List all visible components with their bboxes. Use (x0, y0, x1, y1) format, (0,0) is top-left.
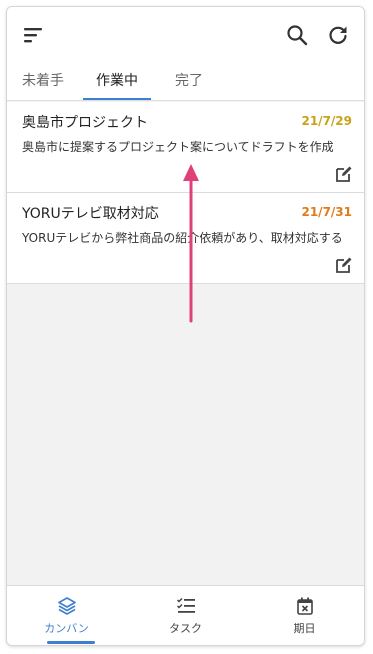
top-app-bar (7, 7, 364, 63)
edit-button[interactable] (334, 255, 354, 275)
layers-icon (57, 597, 76, 615)
menu-button[interactable] (19, 21, 47, 49)
search-icon (287, 25, 308, 46)
calendar-x-icon (296, 597, 313, 615)
search-button[interactable] (283, 21, 311, 49)
task-card[interactable]: YORUテレビ取材対応 21/7/31 YORUテレビから弊社商品の紹介依頼があ… (7, 193, 364, 284)
edit-icon (336, 166, 352, 182)
nav-due-date-label: 期日 (293, 622, 316, 635)
active-nav-indicator (47, 641, 95, 644)
refresh-icon (329, 26, 347, 44)
nav-tasks[interactable]: タスク (126, 586, 245, 645)
task-card[interactable]: 奥島市プロジェクト 21/7/29 奥島市に提案するプロジェクト案についてドラフ… (7, 102, 364, 193)
status-tabs: 未着手 作業中 完了 (7, 63, 364, 101)
nav-kanban[interactable]: カンバン (7, 586, 126, 645)
bottom-navigation: カンバン タスク 期日 (7, 585, 364, 645)
edit-button[interactable] (334, 164, 354, 184)
tab-not-started[interactable]: 未着手 (15, 63, 71, 101)
app-window: 未着手 作業中 完了 奥島市プロジェクト 21/7/29 奥島市に提案するプロジ… (6, 6, 365, 646)
tab-done[interactable]: 完了 (165, 63, 213, 101)
task-card-due-date: 21/7/29 (301, 114, 352, 128)
nav-kanban-label: カンバン (44, 622, 89, 635)
active-tab-indicator (83, 98, 151, 100)
tab-in-progress[interactable]: 作業中 (83, 63, 151, 101)
edit-icon (336, 257, 352, 273)
task-card-due-date: 21/7/31 (301, 205, 352, 219)
task-card-description: 奥島市に提案するプロジェクト案についてドラフトを作成 (22, 140, 334, 154)
checklist-icon (176, 597, 195, 613)
nav-tasks-label: タスク (169, 622, 202, 635)
sort-menu-icon (24, 28, 42, 43)
task-card-title: YORUテレビ取材対応 (22, 206, 159, 222)
task-card-title: 奥島市プロジェクト (22, 115, 148, 131)
nav-due-date[interactable]: 期日 (245, 586, 364, 645)
refresh-button[interactable] (324, 21, 352, 49)
task-card-description: YORUテレビから弊社商品の紹介依頼があり、取材対応する (22, 231, 343, 245)
